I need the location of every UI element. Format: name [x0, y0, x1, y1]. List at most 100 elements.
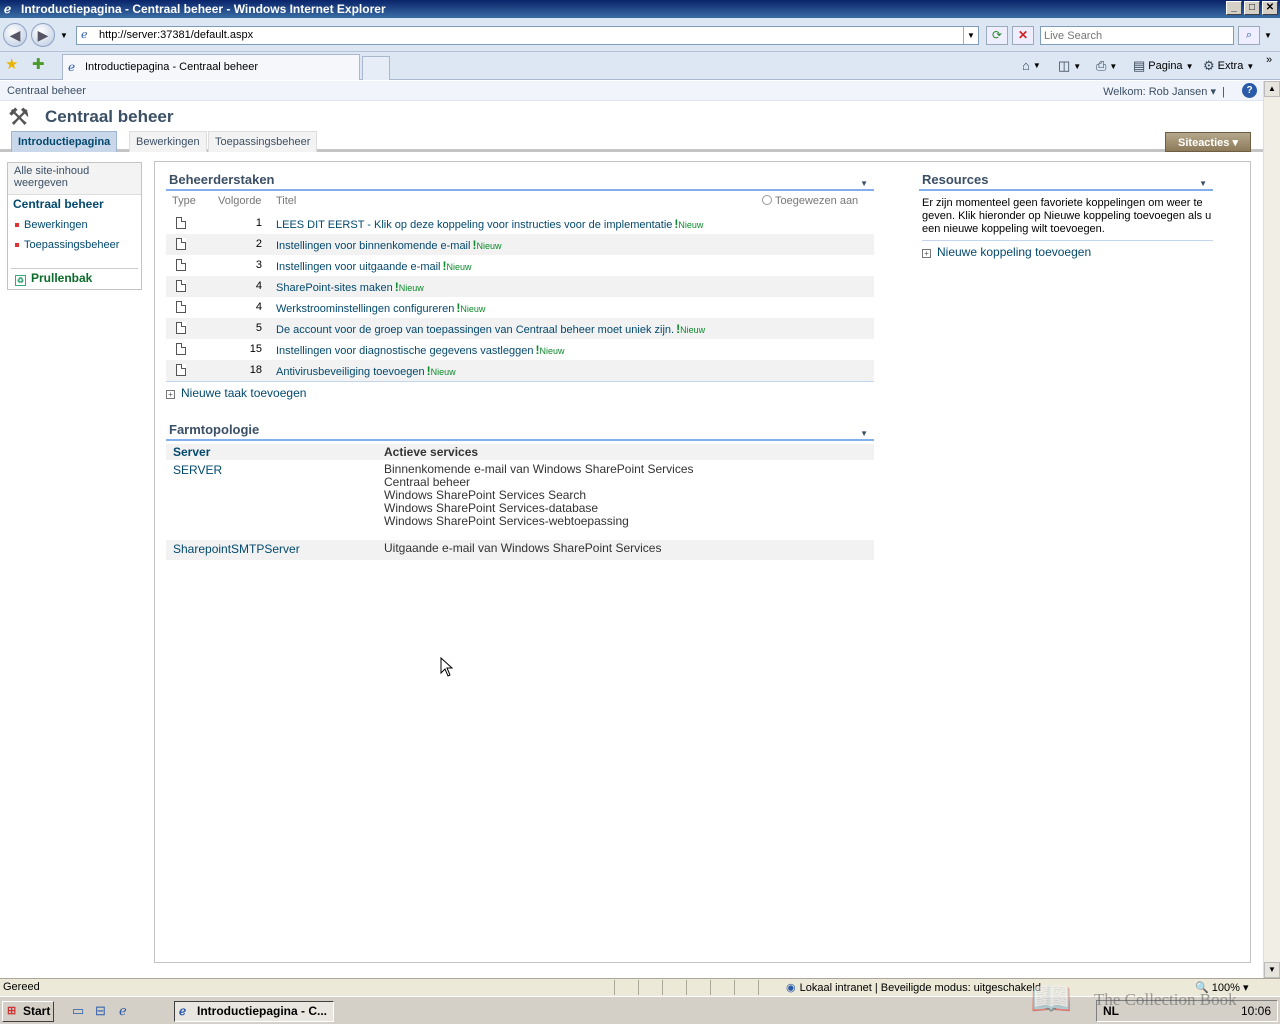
add-link-link[interactable]: + Nieuwe koppeling toevoegen	[922, 245, 1091, 259]
site-title[interactable]: Centraal beheer	[45, 107, 174, 127]
new-badge: !Nieuw	[442, 259, 472, 273]
gear-icon: ⚙	[1203, 58, 1215, 73]
quick-launch-item-bewerkingen[interactable]: Bewerkingen	[15, 219, 88, 231]
task-title-link[interactable]: Antivirusbeveiliging toevoegen !Nieuw	[276, 364, 456, 378]
task-order: 2	[255, 238, 262, 250]
window-title: Introductiepagina - Centraal beheer - Wi…	[21, 2, 386, 16]
server-link[interactable]: SERVER	[173, 463, 222, 477]
taskbar-item-ie[interactable]: ℯ Introductiepagina - C...	[174, 1001, 334, 1022]
tab-bewerkingen[interactable]: Bewerkingen	[129, 131, 207, 152]
document-icon	[176, 301, 186, 313]
task-title-link[interactable]: SharePoint-sites maken !Nieuw	[276, 280, 424, 294]
ie-quicklaunch-icon[interactable]: ℯ	[119, 1003, 127, 1019]
show-desktop-icon[interactable]: ▭	[72, 1003, 84, 1019]
refresh-icon[interactable]: ⟳	[986, 26, 1008, 45]
vertical-scrollbar[interactable]: ▲ ▼	[1263, 81, 1280, 978]
divider	[11, 268, 138, 269]
col-assigned[interactable]: Toegewezen aan	[762, 195, 858, 207]
task-title-link[interactable]: Instellingen voor uitgaande e-mail !Nieuw	[276, 259, 472, 273]
task-title-link[interactable]: Instellingen voor diagnostische gegevens…	[276, 343, 564, 357]
task-title-link[interactable]: Werkstroominstellingen configureren !Nieu…	[276, 301, 485, 315]
print-button[interactable]: ⎙ ▼	[1096, 58, 1117, 74]
col-server: Server	[173, 445, 211, 459]
task-order: 15	[249, 343, 262, 355]
task-order: 4	[255, 280, 262, 292]
welcome-menu[interactable]: Welkom: Rob Jansen ▾ |	[1103, 85, 1225, 98]
task-title-link[interactable]: De account voor de groep van toepassinge…	[276, 322, 705, 336]
table-row: 4 Werkstroominstellingen configureren !Nie…	[166, 297, 874, 318]
close-button[interactable]: ✕	[1262, 1, 1278, 15]
task-title-link[interactable]: Instellingen voor binnenkomende e-mail !N…	[276, 238, 501, 252]
service-list: Uitgaande e-mail van Windows SharePoint …	[384, 542, 661, 555]
webpart-menu-icon[interactable]: ▼	[860, 175, 868, 193]
table-row: 15 Instellingen voor diagnostische gegeve…	[166, 339, 874, 360]
task-order: 5	[255, 322, 262, 334]
table-row: 2 Instellingen voor binnenkomende e-mail!…	[166, 234, 874, 255]
view-all-site-content-link[interactable]: Alle site-inhoud weergeven	[8, 163, 141, 195]
quick-launch-heading[interactable]: Centraal beheer	[13, 197, 104, 211]
add-task-link[interactable]: + Nieuwe taak toevoegen	[166, 386, 306, 400]
browser-tab[interactable]: ℯ Introductiepagina - Centraal beheer	[62, 54, 360, 80]
col-services: Actieve services	[384, 445, 479, 459]
address-toolbar: ◀ ▶ ▼ ℯ http://server:37381/default.aspx…	[0, 18, 1280, 52]
col-title[interactable]: Titel	[276, 195, 296, 207]
forward-icon[interactable]: ▶	[31, 23, 55, 47]
server-manager-icon[interactable]: ⊟	[95, 1003, 106, 1019]
windows-logo-icon: ⊞	[7, 1005, 17, 1017]
home-button[interactable]: ⌂ ▼	[1022, 58, 1041, 73]
stop-icon[interactable]: ✕	[1012, 26, 1034, 45]
favorites-star-icon[interactable]: ★	[5, 57, 18, 73]
tab-toepassingsbeheer[interactable]: Toepassingsbeheer	[208, 131, 318, 152]
history-dropdown-icon[interactable]: ▼	[60, 31, 68, 40]
farm-row: SharepointSMTPServer Uitgaande e-mail van…	[166, 540, 874, 560]
site-actions-button[interactable]: Siteacties ▾	[1165, 132, 1251, 152]
minimize-button[interactable]: _	[1226, 1, 1242, 15]
new-tab-button[interactable]	[362, 56, 390, 80]
farm-topology-title: Farmtopologie ▼	[166, 421, 874, 441]
print-icon: ⎙	[1096, 58, 1107, 73]
breadcrumb[interactable]: Centraal beheer	[7, 85, 86, 97]
page-icon: ℯ	[81, 29, 88, 41]
search-input[interactable]	[1040, 26, 1234, 45]
quick-launch-item-toepassingsbeheer[interactable]: Toepassingsbeheer	[15, 239, 119, 251]
recycle-bin-link[interactable]: ♻ Prullenbak	[15, 271, 92, 286]
search-icon[interactable]: ⌕	[1238, 26, 1260, 45]
service-list: Binnenkomende e-mail van Windows SharePo…	[384, 463, 694, 528]
resources-title: Resources ▼	[919, 171, 1213, 191]
start-button[interactable]: ⊞ Start	[2, 1001, 54, 1022]
admin-tasks-title: Beheerderstaken ▼	[166, 171, 874, 191]
tools-menu-button[interactable]: ⚙ Extra ▼	[1203, 58, 1254, 74]
home-icon: ⌂	[1022, 58, 1030, 73]
new-badge: !Nieuw	[535, 343, 565, 357]
task-order: 3	[255, 259, 262, 271]
new-badge: !Nieuw	[472, 238, 502, 252]
new-badge: !Nieuw	[426, 364, 456, 378]
back-icon[interactable]: ◀	[3, 23, 27, 47]
tools-icon: ⚒	[8, 104, 30, 131]
chevron-right-icon[interactable]: »	[1266, 54, 1272, 66]
quick-launch: Alle site-inhoud weergeven Centraal behe…	[7, 162, 142, 290]
new-badge: !Nieuw	[674, 217, 704, 231]
document-icon	[176, 364, 186, 376]
feed-icon: ◫	[1058, 58, 1071, 73]
help-icon[interactable]: ?	[1242, 83, 1257, 98]
search-options-icon[interactable]: ▼	[1264, 31, 1272, 40]
col-order[interactable]: Volgorde	[218, 195, 261, 207]
col-type[interactable]: Type	[172, 195, 196, 207]
address-dropdown-icon[interactable]: ▼	[963, 27, 978, 44]
bullet-icon	[15, 223, 19, 228]
task-title-link[interactable]: LEES DIT EERST - Klik op deze koppeling …	[276, 217, 703, 231]
maximize-button[interactable]: □	[1244, 1, 1260, 15]
feeds-button[interactable]: ◫ ▼	[1058, 58, 1081, 74]
table-row: 18 Antivirusbeveiliging toevoegen !Nieuw	[166, 360, 874, 381]
webpart-menu-icon[interactable]: ▼	[1199, 175, 1207, 193]
scroll-up-icon[interactable]: ▲	[1264, 81, 1280, 97]
tab-introductiepagina[interactable]: Introductiepagina	[11, 131, 118, 152]
address-field[interactable]: ℯ http://server:37381/default.aspx ▼	[76, 26, 979, 45]
webpart-menu-icon[interactable]: ▼	[860, 425, 868, 443]
security-zone[interactable]: ◉ Lokaal intranet | Beveiligde modus: uit…	[786, 981, 1041, 994]
add-favorite-icon[interactable]: ✚	[32, 57, 45, 73]
page-menu-icon: ▤	[1133, 58, 1146, 73]
server-link[interactable]: SharepointSMTPServer	[173, 542, 300, 556]
page-menu-button[interactable]: ▤ Pagina ▼	[1133, 58, 1193, 74]
